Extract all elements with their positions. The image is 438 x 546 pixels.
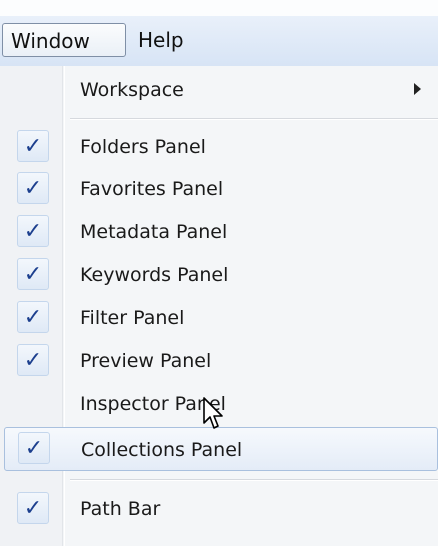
menu-window[interactable]: Window: [2, 23, 126, 57]
menu-bar: Window Help: [0, 16, 438, 67]
checkmark-icon: ✓: [18, 432, 50, 464]
checkmark-icon: ✓: [17, 344, 49, 376]
checkmark-icon: ✓: [17, 492, 49, 524]
menu-item-path-bar[interactable]: ✓ Path Bar: [0, 487, 438, 531]
checkmark-icon: ✓: [17, 215, 49, 247]
submenu-arrow-icon: [414, 83, 421, 95]
checkmark-icon: ✓: [17, 258, 49, 290]
mouse-pointer-icon: [203, 397, 223, 429]
menu-item-label: Metadata Panel: [80, 221, 228, 243]
menu-item-collections-panel[interactable]: ✓ Collections Panel: [4, 427, 438, 471]
menu-item-label: Workspace: [80, 79, 184, 101]
menu-item-label: Favorites Panel: [80, 178, 224, 200]
checkmark-icon: ✓: [17, 172, 49, 204]
menu-item-workspace[interactable]: Workspace: [0, 68, 438, 112]
window-menu-dropdown: Workspace ✓ Folders Panel ✓ Favorites Pa…: [0, 66, 438, 546]
menu-separator: [70, 118, 438, 120]
window-top-edge: [0, 0, 438, 16]
menu-item-label: Filter Panel: [80, 307, 185, 329]
menu-item-keywords-panel[interactable]: ✓ Keywords Panel: [0, 253, 438, 297]
menu-help[interactable]: Help: [130, 23, 192, 57]
menu-separator: [70, 479, 438, 481]
menu-item-favorites-panel[interactable]: ✓ Favorites Panel: [0, 167, 438, 211]
checkmark-icon: ✓: [17, 301, 49, 333]
menu-item-metadata-panel[interactable]: ✓ Metadata Panel: [0, 210, 438, 254]
menu-item-filter-panel[interactable]: ✓ Filter Panel: [0, 296, 438, 340]
menu-item-label: Collections Panel: [81, 439, 243, 461]
menu-item-label: Preview Panel: [80, 350, 212, 372]
checkmark-icon: ✓: [17, 130, 49, 162]
menu-item-preview-panel[interactable]: ✓ Preview Panel: [0, 339, 438, 383]
menu-item-label: Path Bar: [80, 498, 161, 520]
menu-item-folders-panel[interactable]: ✓ Folders Panel: [0, 125, 438, 169]
menu-item-label: Keywords Panel: [80, 264, 229, 286]
menu-item-label: Folders Panel: [80, 136, 206, 158]
